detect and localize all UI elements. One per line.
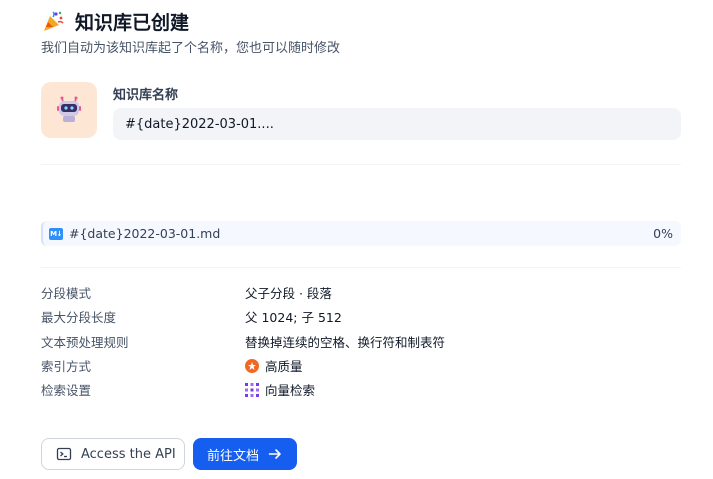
meta-value-retrieval: 向量检索	[245, 380, 315, 399]
access-api-button[interactable]: Access the API	[41, 438, 185, 470]
meta-label-retrieval: 检索设置	[41, 383, 92, 398]
meta-label-index-mode: 索引方式	[41, 359, 92, 374]
divider	[41, 267, 681, 268]
go-to-docs-button[interactable]: 前往文档	[193, 438, 297, 470]
file-progress: 0%	[653, 226, 673, 241]
access-api-label: Access the API	[81, 446, 176, 462]
kb-name-label: 知识库名称	[113, 88, 179, 103]
go-to-docs-label: 前往文档	[207, 448, 260, 464]
title-row: 知识库已创建	[41, 8, 189, 35]
meta-label-max-length: 最大分段长度	[41, 310, 117, 325]
divider	[41, 164, 681, 165]
markdown-file-icon: M↓	[49, 227, 63, 240]
kb-name-input[interactable]: #{date}2022-03-01....	[113, 108, 681, 140]
vector-grid-icon	[245, 382, 259, 397]
index-mode-text: 高质量	[265, 359, 303, 374]
file-name: #{date}2022-03-01.md	[69, 226, 221, 241]
party-popper-icon	[44, 10, 64, 31]
meta-value-max-length: 父 1024; 子 512	[245, 310, 342, 325]
meta-label-segment-mode: 分段模式	[41, 286, 92, 301]
arrow-right-icon	[268, 449, 281, 459]
file-progress-row: M↓ #{date}2022-03-01.md 0%	[41, 221, 681, 246]
meta-value-index-mode: 高质量	[245, 356, 303, 375]
retrieval-text: 向量检索	[265, 383, 316, 398]
meta-value-segment-mode: 父子分段 · 段落	[245, 286, 332, 301]
meta-label-preprocess: 文本预处理规则	[41, 335, 129, 350]
kb-name-value: #{date}2022-03-01....	[125, 116, 274, 132]
star-badge-icon	[245, 358, 259, 373]
terminal-icon	[56, 447, 72, 461]
meta-value-preprocess: 替换掉连续的空格、换行符和制表符	[245, 335, 446, 350]
robot-icon	[57, 96, 81, 122]
page-subtitle: 我们自动为该知识库起了个名称，您也可以随时修改	[41, 41, 341, 56]
page-title: 知识库已创建	[75, 12, 190, 34]
knowledge-avatar[interactable]	[41, 82, 97, 138]
